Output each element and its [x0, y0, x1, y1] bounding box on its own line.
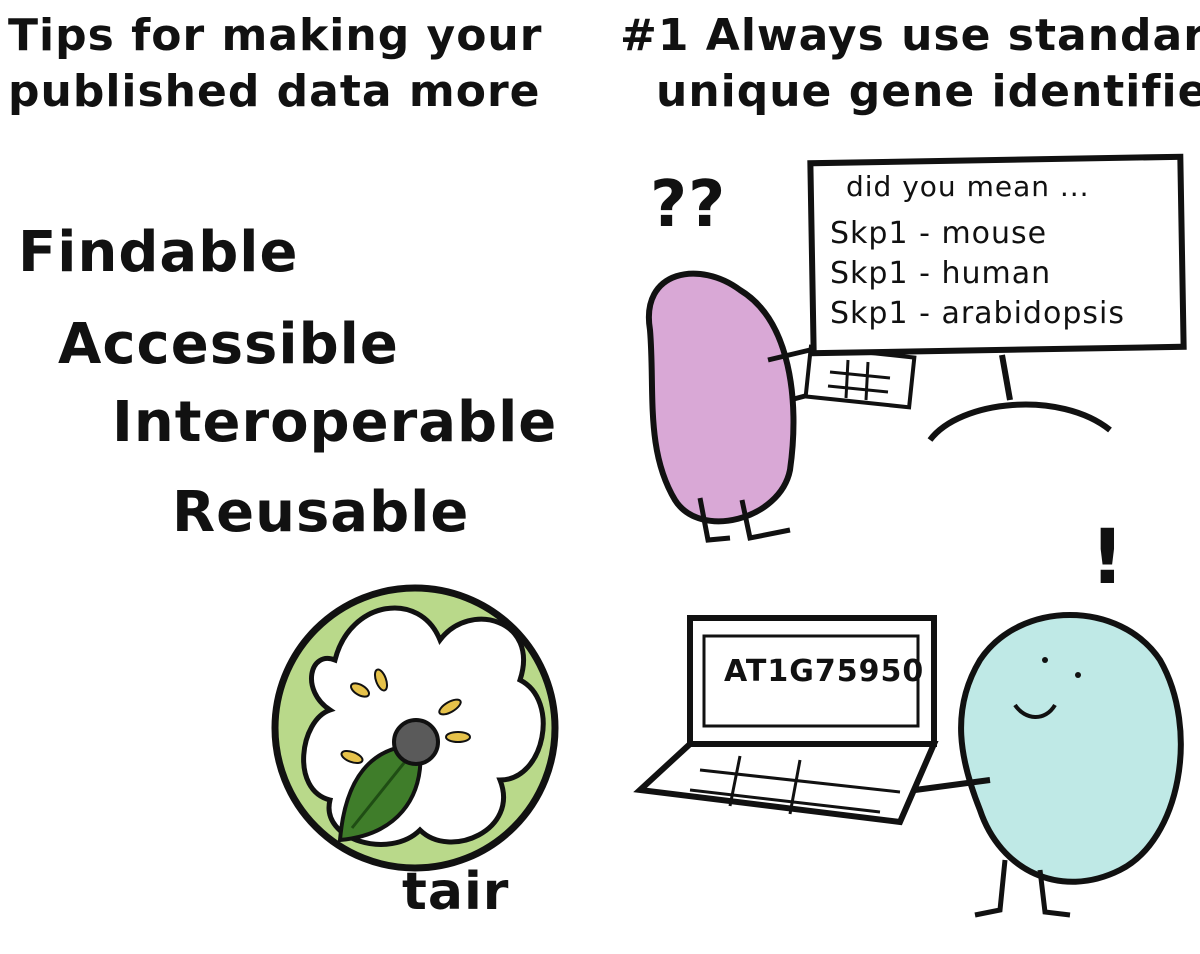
monitor-header: did you mean ... [846, 170, 1090, 203]
laptop-gene-id: AT1G75950 [724, 654, 925, 689]
laptop-icon [633, 615, 939, 826]
teal-character-icon [914, 612, 1184, 918]
tair-logo-icon [271, 584, 559, 872]
monitor-option-human: Skp1 - human [830, 256, 1052, 291]
illustrations [271, 153, 1187, 918]
monitor-option-mouse: Skp1 - mouse [830, 216, 1048, 251]
pink-character-icon [645, 270, 821, 543]
tair-label: tair [402, 862, 510, 922]
monitor-option-arabidopsis: Skp1 - arabidopsis [830, 296, 1125, 331]
